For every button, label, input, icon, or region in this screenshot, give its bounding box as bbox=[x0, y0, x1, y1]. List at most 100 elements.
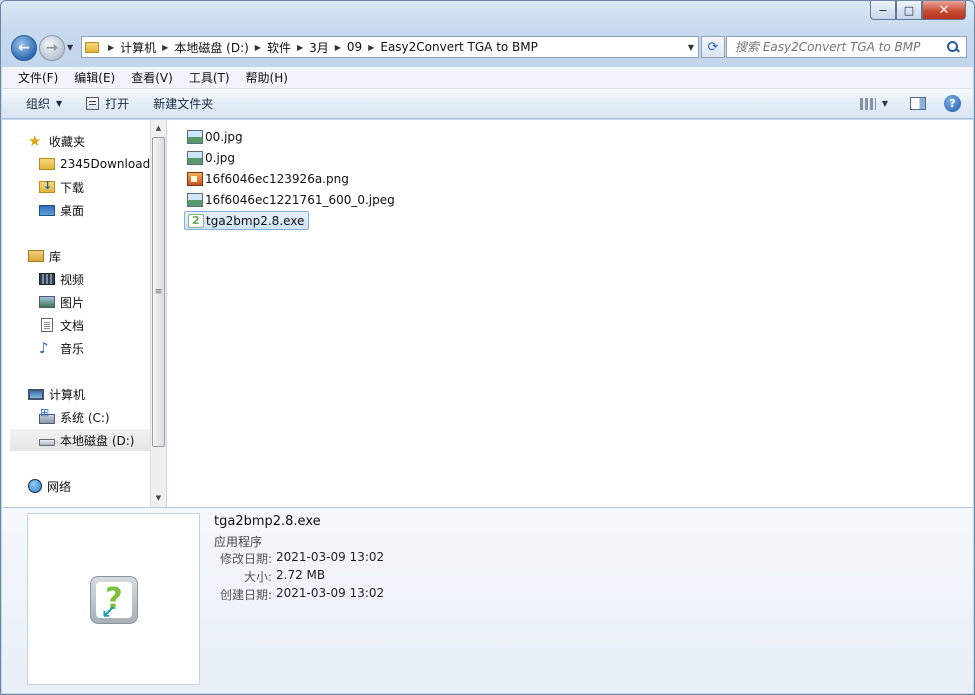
drive-icon bbox=[39, 438, 55, 446]
file-item-00-jpg[interactable]: 00.jpg bbox=[184, 127, 247, 146]
network-icon bbox=[28, 479, 42, 493]
breadcrumb-separator-icon[interactable]: ▶ bbox=[102, 43, 120, 52]
address-bar[interactable]: ▶ 计算机 ▶ 本地磁盘 (D:) ▶ 软件 ▶ 3月 ▶ 09 ▶ Easy2… bbox=[81, 36, 699, 58]
sidebar-item-music[interactable]: ♪ 音乐 bbox=[39, 337, 84, 359]
scroll-down-icon[interactable]: ▼ bbox=[151, 490, 166, 505]
breadcrumb-separator-icon[interactable]: ▶ bbox=[291, 43, 309, 52]
sidebar-item-label: 系统 (C:) bbox=[60, 410, 110, 425]
menu-file[interactable]: 文件(F) bbox=[10, 69, 66, 86]
sidebar-item-local-disk-d[interactable]: 本地磁盘 (D:) bbox=[10, 429, 157, 451]
jpg-file-icon bbox=[187, 150, 203, 165]
search-icon[interactable] bbox=[946, 40, 960, 54]
star-icon: ★ bbox=[28, 132, 42, 150]
forward-button[interactable]: → bbox=[39, 35, 65, 61]
details-created-row: 创建日期: 2021-03-09 13:02 bbox=[162, 586, 384, 604]
organize-button[interactable]: 组织 ▼ bbox=[14, 89, 74, 118]
sidebar-item-videos[interactable]: 视频 bbox=[39, 268, 84, 290]
menu-view[interactable]: 查看(V) bbox=[123, 69, 181, 86]
menu-edit[interactable]: 编辑(E) bbox=[66, 69, 123, 86]
change-view-icon[interactable] bbox=[859, 97, 876, 110]
address-folder-icon bbox=[82, 37, 102, 57]
caption-buttons: − □ ✕ bbox=[870, 1, 966, 21]
file-item-jpeg[interactable]: 16f6046ec1221761_600_0.jpeg bbox=[184, 190, 399, 209]
organize-label: 组织 bbox=[26, 97, 51, 111]
application-icon: ? bbox=[90, 576, 138, 624]
navigation-pane-scrollbar[interactable]: ▲ ≡ ▼ bbox=[150, 120, 166, 507]
scrollbar-thumb[interactable]: ≡ bbox=[152, 137, 165, 447]
search-box[interactable] bbox=[726, 36, 967, 58]
breadcrumb-separator-icon[interactable]: ▶ bbox=[329, 43, 347, 52]
sidebar-item-downloads[interactable]: 下载 bbox=[39, 176, 84, 198]
breadcrumb-09[interactable]: 09 bbox=[347, 40, 362, 54]
sidebar-item-computer[interactable]: 计算机 bbox=[28, 383, 85, 405]
breadcrumb-march[interactable]: 3月 bbox=[309, 39, 329, 56]
file-item-png[interactable]: 16f6046ec123926a.png bbox=[184, 169, 353, 188]
breadcrumb-local-disk-d[interactable]: 本地磁盘 (D:) bbox=[174, 39, 248, 56]
file-name: tga2bmp2.8.exe bbox=[206, 213, 305, 228]
png-file-icon bbox=[187, 171, 203, 186]
search-input[interactable] bbox=[735, 40, 935, 54]
sidebar-item-label: 图片 bbox=[60, 295, 85, 310]
music-icon: ♪ bbox=[39, 339, 49, 357]
exe-file-icon bbox=[188, 213, 204, 228]
sidebar-item-favorites[interactable]: ★ 收藏夹 bbox=[28, 130, 85, 152]
sidebar-item-network[interactable]: 网络 bbox=[28, 475, 71, 497]
sidebar-item-2345downloads[interactable]: 2345Downloads bbox=[39, 153, 156, 175]
size-value: 2.72 MB bbox=[276, 568, 326, 582]
sidebar-item-system-c[interactable]: 系统 (C:) bbox=[39, 406, 110, 428]
sidebar-item-label: 下载 bbox=[60, 180, 85, 195]
sidebar-item-label: 桌面 bbox=[60, 203, 85, 218]
sidebar-item-label: 网络 bbox=[47, 479, 72, 494]
recent-pages-dropdown-icon[interactable]: ▼ bbox=[67, 43, 73, 52]
breadcrumb-separator-icon[interactable]: ▶ bbox=[156, 43, 174, 52]
sidebar-item-libraries[interactable]: 库 bbox=[28, 245, 61, 267]
sidebar-item-label: 计算机 bbox=[49, 387, 86, 402]
pictures-icon bbox=[39, 296, 55, 308]
sidebar-item-documents[interactable]: 文档 bbox=[39, 314, 84, 336]
back-button[interactable]: ← bbox=[11, 35, 37, 61]
sidebar-item-label: 2345Downloads bbox=[60, 157, 157, 171]
preview-pane-icon[interactable] bbox=[910, 97, 926, 110]
file-item-tga2bmp-exe[interactable]: tga2bmp2.8.exe bbox=[184, 211, 310, 230]
explorer-window: − □ ✕ ← → ▼ ▶ 计算机 ▶ 本地磁盘 (D:) ▶ 软件 ▶ 3月 … bbox=[0, 0, 975, 695]
breadcrumb-separator-icon[interactable]: ▶ bbox=[249, 43, 267, 52]
computer-icon bbox=[28, 388, 44, 400]
created-label: 创建日期: bbox=[219, 588, 272, 602]
breadcrumb-software[interactable]: 软件 bbox=[267, 39, 291, 56]
file-item-0-jpg[interactable]: 0.jpg bbox=[184, 148, 239, 167]
file-name: 16f6046ec1221761_600_0.jpeg bbox=[205, 192, 395, 207]
maximize-button[interactable]: □ bbox=[896, 1, 922, 20]
library-icon bbox=[28, 250, 44, 262]
view-options-dropdown-icon[interactable]: ▼ bbox=[882, 99, 888, 108]
video-icon bbox=[39, 273, 55, 285]
help-icon[interactable]: ? bbox=[944, 95, 961, 112]
file-list: 00.jpg 0.jpg 16f6046ec123926a.png 16f604… bbox=[167, 120, 973, 507]
breadcrumb-separator-icon[interactable]: ▶ bbox=[362, 43, 380, 52]
size-label: 大小: bbox=[243, 570, 272, 584]
new-folder-button[interactable]: 新建文件夹 bbox=[141, 89, 225, 118]
desktop-icon bbox=[39, 204, 55, 216]
chevron-down-icon: ▼ bbox=[56, 99, 63, 108]
menu-help[interactable]: 帮助(H) bbox=[238, 69, 296, 86]
sidebar-item-label: 收藏夹 bbox=[49, 134, 86, 149]
sidebar-item-label: 视频 bbox=[60, 272, 85, 287]
modified-label: 修改日期: bbox=[219, 552, 272, 566]
minimize-button[interactable]: − bbox=[870, 1, 896, 20]
details-size-row: 大小: 2.72 MB bbox=[162, 568, 325, 586]
breadcrumb-current-folder[interactable]: Easy2Convert TGA to BMP bbox=[380, 40, 538, 54]
sidebar-item-pictures[interactable]: 图片 bbox=[39, 291, 84, 313]
system-drive-icon bbox=[39, 406, 55, 424]
close-button[interactable]: ✕ bbox=[922, 1, 966, 20]
documents-icon bbox=[41, 318, 53, 332]
breadcrumb-computer[interactable]: 计算机 bbox=[120, 39, 156, 56]
refresh-button[interactable]: ⟳ bbox=[701, 36, 725, 58]
scroll-up-icon[interactable]: ▲ bbox=[151, 120, 166, 135]
details-file-name: tga2bmp2.8.exe bbox=[214, 514, 321, 529]
open-icon bbox=[86, 97, 100, 110]
menu-tools[interactable]: 工具(T) bbox=[181, 69, 238, 86]
sidebar-item-desktop[interactable]: 桌面 bbox=[39, 199, 84, 221]
address-dropdown-icon[interactable]: ▼ bbox=[684, 43, 698, 52]
navigation-pane: ★ 收藏夹 2345Downloads 下载 桌面 库 视频 图片 bbox=[2, 120, 166, 507]
view-controls: ▼ ? bbox=[859, 95, 973, 112]
open-button[interactable]: 打开 bbox=[74, 89, 141, 118]
